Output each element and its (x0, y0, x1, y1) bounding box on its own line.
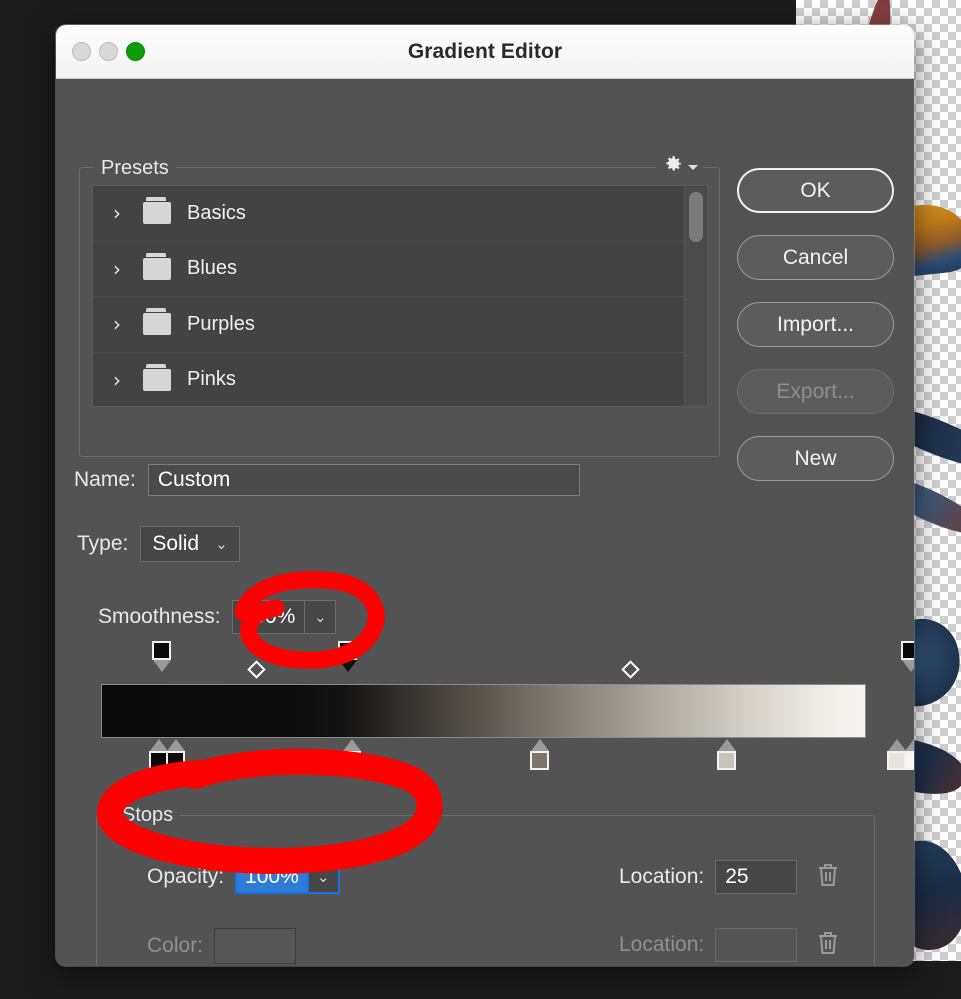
color-stop-swatch (904, 751, 914, 770)
location-input-disabled (715, 928, 798, 962)
type-select[interactable]: Solid ⌄ (140, 526, 240, 562)
trash-icon (819, 931, 838, 954)
opacity-row: Opacity: 100% ⌄ (147, 860, 340, 894)
gradient-editor-dialog: Gradient Editor Presets › Basics › Blues… (56, 25, 914, 966)
presets-menu-button[interactable] (656, 152, 703, 176)
list-item[interactable]: › Blues (93, 242, 707, 297)
presets-title: Presets (94, 157, 176, 180)
color-stop[interactable] (530, 739, 549, 770)
color-stop-pointer (342, 739, 361, 751)
color-row: Color: (147, 928, 297, 964)
smoothness-label: Smoothness: (98, 605, 221, 628)
color-swatch (214, 928, 297, 964)
name-label: Name: (74, 468, 136, 491)
color-stop-swatch (530, 751, 549, 770)
chevron-right-icon[interactable]: › (113, 314, 127, 334)
type-label: Type: (77, 532, 129, 555)
gradient-preview-area (96, 639, 914, 799)
opacity-input[interactable]: 100% (235, 860, 309, 894)
opacity-stop-swatch (152, 641, 171, 660)
folder-icon (143, 197, 171, 225)
chevron-right-icon[interactable]: › (113, 203, 127, 223)
smoothness-input[interactable]: 100% (231, 600, 306, 634)
dialog-body: Presets › Basics › Blues › Purples › Pin… (56, 79, 914, 966)
chevron-down-icon: ⌄ (314, 608, 327, 626)
opacity-midpoint-marker[interactable] (247, 660, 266, 679)
preset-name: Blues (187, 257, 238, 280)
folder-icon (143, 308, 171, 336)
ok-button[interactable]: OK (737, 168, 894, 213)
presets-scrollbar[interactable] (684, 187, 706, 406)
opacity-stop-swatch (901, 641, 914, 660)
type-select-value: Solid (152, 532, 200, 555)
opacity-stop-pointer (152, 660, 171, 672)
gear-icon (666, 156, 681, 171)
folder-icon (143, 252, 171, 280)
smoothness-dropdown-button[interactable]: ⌄ (305, 600, 337, 634)
name-row: Name: Custom (74, 464, 580, 496)
location-input[interactable]: 25 (715, 860, 798, 894)
opacity-location-row: Location: 25 (619, 860, 841, 894)
screen: Gradient Editor Presets › Basics › Blues… (0, 0, 961, 999)
trash-icon (819, 863, 838, 886)
chevron-down-icon: ⌄ (316, 868, 330, 886)
presets-list[interactable]: › Basics › Blues › Purples › Pinks (92, 185, 708, 407)
color-location-row: Location: (619, 928, 841, 962)
opacity-midpoint-marker[interactable] (621, 660, 640, 679)
opacity-stop-pointer (901, 660, 914, 672)
name-input[interactable]: Custom (147, 464, 580, 496)
color-stop-pointer (149, 739, 168, 751)
folder-icon (143, 363, 171, 391)
color-stop-swatch (342, 751, 361, 770)
new-button[interactable]: New (737, 436, 894, 481)
color-stop-swatch (166, 751, 185, 770)
opacity-stop-selected[interactable] (338, 641, 357, 672)
chevron-right-icon[interactable]: › (113, 370, 127, 390)
smoothness-row: Smoothness: 100% ⌄ (98, 600, 337, 634)
color-stop[interactable] (717, 739, 736, 770)
preset-name: Basics (187, 201, 246, 224)
stops-group: Stops Opacity: 100% ⌄ Location: 25 Color… (96, 804, 875, 966)
dialog-button-column: OK Cancel Import... Export... New (737, 168, 894, 503)
chevron-down-icon: ⌄ (215, 535, 228, 553)
color-stop-pointer (904, 739, 914, 751)
stops-title: Stops (115, 804, 181, 827)
color-stop-pointer (530, 739, 549, 751)
color-label: Color: (147, 934, 204, 957)
chevron-right-icon[interactable]: › (113, 259, 127, 279)
gradient-bar[interactable] (101, 684, 866, 738)
location-label: Location: (619, 865, 705, 888)
opacity-stop[interactable] (901, 641, 914, 672)
export-button: Export... (737, 369, 894, 414)
color-stop-swatch (717, 751, 736, 770)
preset-name: Purples (187, 312, 255, 335)
color-stop[interactable] (166, 739, 185, 770)
color-stop[interactable] (342, 739, 361, 770)
opacity-dropdown-button[interactable]: ⌄ (308, 860, 340, 894)
scrollbar-thumb[interactable] (689, 192, 703, 242)
title-bar: Gradient Editor (56, 25, 914, 79)
color-stop-pointer (717, 739, 736, 751)
chevron-down-icon (688, 164, 698, 170)
delete-color-stop-button (815, 929, 841, 962)
cancel-button[interactable]: Cancel (737, 235, 894, 280)
window-title: Gradient Editor (407, 39, 563, 63)
type-row: Type: Solid ⌄ (77, 526, 240, 562)
delete-opacity-stop-button[interactable] (815, 861, 841, 894)
opacity-stop[interactable] (152, 641, 171, 672)
color-stop-pointer (887, 739, 906, 751)
opacity-label: Opacity: (147, 865, 225, 888)
opacity-stop-swatch (338, 641, 357, 660)
list-item[interactable]: › Purples (93, 297, 707, 353)
location-label-disabled: Location: (619, 933, 705, 956)
color-stop-pointer (166, 739, 185, 751)
preset-name: Pinks (187, 368, 236, 391)
color-stop[interactable] (904, 739, 914, 770)
list-item[interactable]: › Basics (93, 186, 707, 242)
list-item[interactable]: › Pinks (93, 353, 707, 407)
opacity-stop-pointer (338, 660, 357, 672)
import-button[interactable]: Import... (737, 302, 894, 347)
presets-group: Presets › Basics › Blues › Purples › Pin… (79, 152, 720, 457)
